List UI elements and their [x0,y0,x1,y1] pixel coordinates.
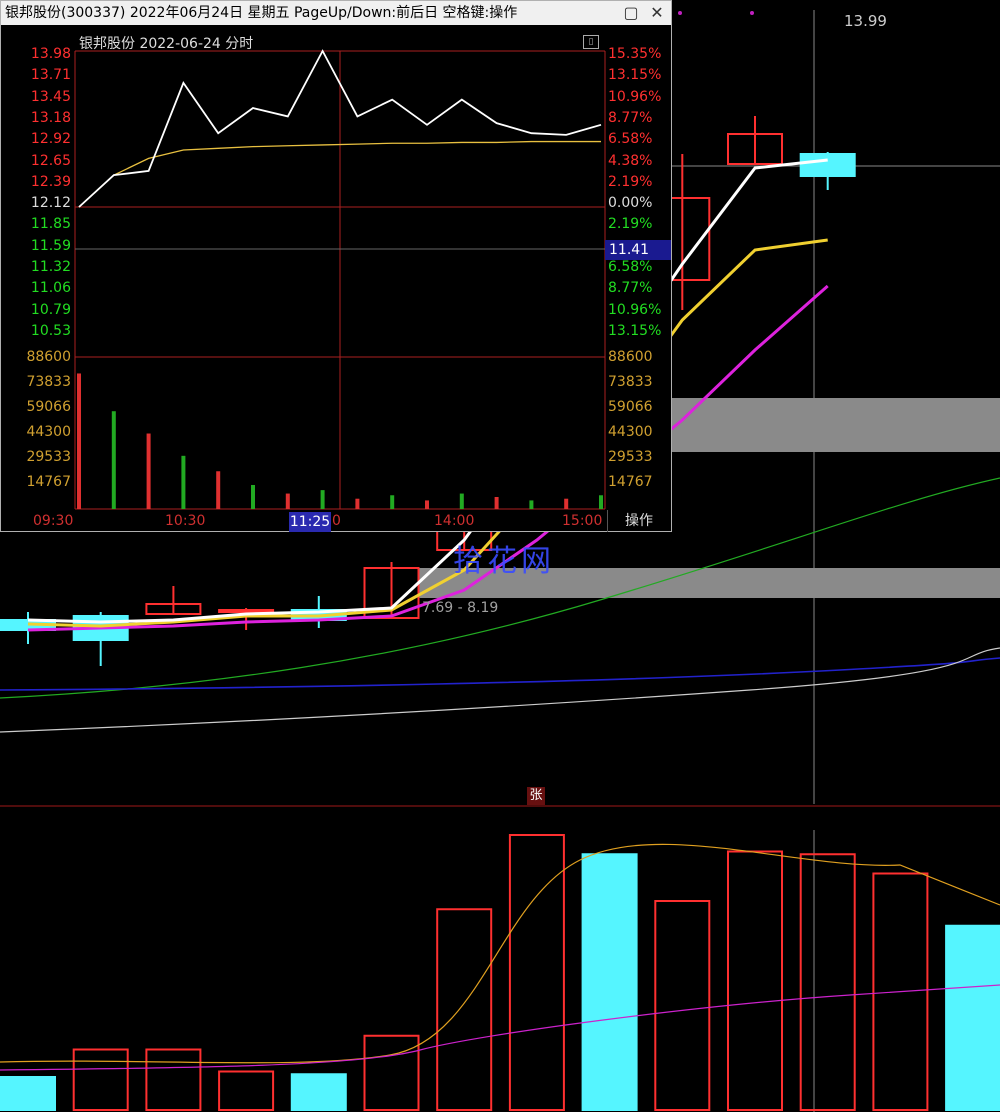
vol-axis-tick-right: 44300 [608,424,653,440]
time-tick: 15:00 [562,513,603,529]
pct-axis-tick: 13.15% [608,67,662,84]
intraday-volume-bar [529,500,534,509]
pct-axis-tick: 10.96% [608,88,662,105]
volume-bar [436,908,493,1111]
cursor-time-badge: 11:25 [289,512,331,532]
pct-axis-tick: 13.15% [608,322,662,339]
volume-bar [290,1073,347,1111]
range-label: 7.69 - 8.19 [422,600,499,616]
price-axis-tick: 10.79 [30,301,71,318]
volume-series [0,834,1000,1111]
intraday-volume-bar [181,455,186,509]
volume-ma5-line [0,843,1000,1064]
volume-bar [218,1070,275,1111]
volume-bar [945,924,1000,1111]
vol-axis-tick-right: 73833 [608,374,653,390]
intraday-volume-bar [320,490,325,509]
intraday-volume-bar [111,411,116,509]
price-axis-tick: 11.32 [30,259,71,275]
pct-axis-tick: 8.77% [608,280,653,297]
pct-axis-tick: 6.58% [608,131,653,148]
volume-bar [727,850,783,1111]
pct-axis-tick: 2.19% [608,173,653,190]
high-price-label: 13.99 [844,12,887,30]
price-axis-tick: 13.45 [30,88,71,105]
vol-axis-tick: 14767 [26,474,71,490]
intraday-volume-bar [459,493,464,509]
pct-axis-tick: 4.38% [608,152,653,169]
price-axis-tick: 13.18 [30,109,71,126]
volume-bar [363,1034,420,1111]
vol-axis-tick: 59066 [26,399,71,415]
cursor-price-badge: 11.41 [605,240,671,260]
intraday-volume-bar [77,373,81,509]
candle-body [218,609,275,613]
vol-axis-tick-right: 88600 [608,349,653,365]
marker-dot [678,11,682,15]
pct-axis-tick: 0.00% [608,195,653,212]
volume-bar [145,1048,202,1111]
volume-bar [72,1048,129,1111]
price-axis-tick: 12.92 [30,131,71,148]
vol-axis-tick-right: 14767 [608,474,653,490]
pct-axis-tick: 10.96% [608,301,662,318]
vol-axis-tick-right: 59066 [608,399,653,415]
time-tick: 14:00 [434,513,475,529]
pct-axis-tick: 2.19% [608,216,653,233]
ma120-line [0,657,1000,691]
marker-dot [750,11,754,15]
price-band-upper [672,398,1000,452]
vol-axis-tick: 44300 [26,424,71,440]
pct-axis-tick: 8.77% [608,109,653,126]
intraday-volume-bar [285,493,290,509]
price-axis-tick: 10.53 [30,322,71,339]
zhang-badge[interactable]: 张 [527,787,545,805]
intraday-volume-bar [390,495,395,509]
time-tick: 09:30 [33,513,74,529]
intraday-volume-bar [146,433,151,509]
price-axis-tick: 12.39 [30,173,71,190]
intraday-popup[interactable]: 银邦股份(300337) 2022年06月24日 星期五 PageUp/Down… [0,0,672,532]
volume-bar [581,853,638,1111]
volume-ma10-line [0,984,1000,1071]
watermark: 拾花网 [453,544,555,579]
pct-axis-tick: 15.35% [608,46,662,62]
time-tick: 10:30 [165,513,206,529]
intraday-volume-bar [564,498,569,509]
intraday-volume-bar [599,495,603,509]
volume-bar [799,853,856,1111]
volume-bar [0,1076,56,1111]
intraday-chart [74,49,606,510]
price-axis-tick: 13.98 [30,46,71,62]
intraday-volume-bar [355,498,360,509]
vol-axis-tick: 73833 [26,374,71,390]
operate-button[interactable]: 操作 [607,510,670,532]
price-axis-tick: 12.65 [30,152,71,169]
ma250-line [0,647,1000,733]
pct-axis-tick: 6.58% [608,259,653,275]
time-tick-suffix: 0 [332,513,341,529]
price-axis-tick: 11.06 [30,280,71,297]
price-axis-tick: 11.59 [30,237,71,254]
volume-bar [654,900,711,1111]
candle-body [799,153,856,177]
vol-axis-tick-right: 29533 [608,449,653,465]
price-axis-tick: 13.71 [30,67,71,84]
intraday-volume-bar [251,484,255,509]
vol-axis-tick: 88600 [26,349,71,365]
price-axis-tick: 11.85 [30,216,71,233]
intraday-volume-bar [216,471,221,509]
vol-axis-tick: 29533 [26,449,71,465]
intraday-volume-bar [494,496,499,509]
price-axis-tick: 12.12 [30,195,71,212]
intraday-volume-bar [425,500,429,509]
